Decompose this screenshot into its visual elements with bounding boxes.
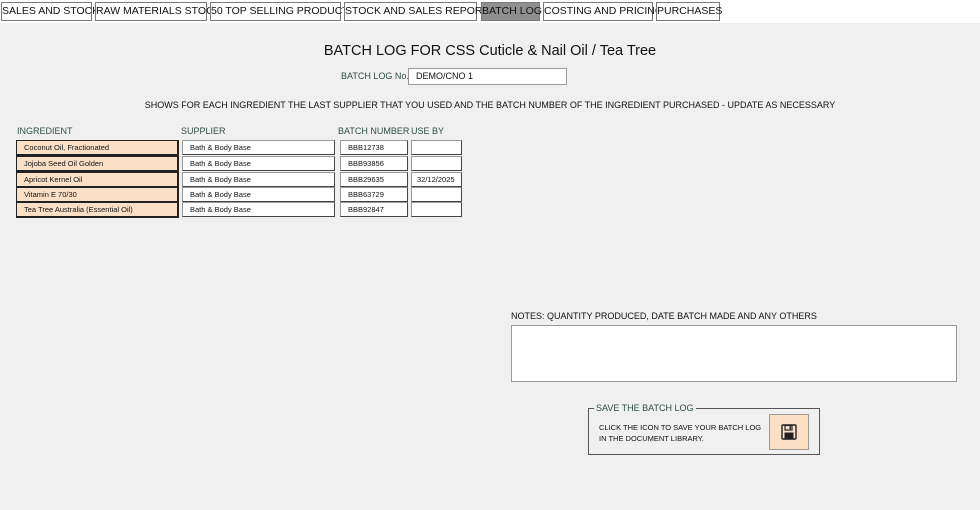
batch-log-no-field[interactable]: DEMO/CNO 1 [408,68,567,85]
tab-batch-log[interactable]: BATCH LOG [481,2,542,21]
supplier-field[interactable]: Bath & Body Base [182,140,335,155]
column-header-use-by: USE BY [411,126,445,136]
page-title: BATCH LOG FOR CSS Cuticle & Nail Oil / T… [323,43,657,59]
table-row: Coconut Oil, Fractionated Bath & Body Ba… [0,140,470,156]
notes-label: NOTES: QUANTITY PRODUCED, DATE BATCH MAD… [511,311,817,321]
tab-stock-and-sales-reports[interactable]: STOCK AND SALES REPORTS [344,2,496,21]
supplier-field[interactable]: Bath & Body Base [182,202,335,217]
batch-number-field[interactable]: BBB29635 [340,172,408,187]
tab-sales-and-stock[interactable]: SALES AND STOCK [1,2,99,21]
batch-number-field[interactable]: BBB63729 [340,187,408,202]
table-row: Tea Tree Australia (Essential Oil) Bath … [0,202,470,218]
ingredient-cell: Coconut Oil, Fractionated [16,140,179,156]
instructions-text: SHOWS FOR EACH INGREDIENT THE LAST SUPPL… [144,100,836,110]
batch-number-field[interactable]: BBB93856 [340,156,408,171]
use-by-field[interactable]: 32/12/2025 [411,172,462,187]
use-by-field[interactable] [411,140,462,155]
tab-bar: SALES AND STOCK RAW MATERIALS STOCK 50 T… [0,0,980,23]
supplier-field[interactable]: Bath & Body Base [182,187,335,202]
supplier-field[interactable]: Bath & Body Base [182,156,335,171]
column-header-batch-number: BATCH NUMBER [338,126,410,136]
use-by-field[interactable] [411,187,462,202]
tab-50-top-selling-products[interactable]: 50 TOP SELLING PRODUCTS [210,2,356,21]
floppy-disk-icon [781,424,797,440]
column-header-supplier: SUPPLIER [181,126,226,136]
column-header-ingredient: INGREDIENT [17,126,73,136]
tab-purchases[interactable]: PURCHASES [656,2,722,21]
ingredient-cell: Jojoba Seed Oil Golden [16,156,179,172]
save-instructions: CLICK THE ICON TO SAVE YOUR BATCH LOG IN… [599,423,762,443]
batch-log-no-label: BATCH LOG No. [341,71,409,81]
save-batch-log-button[interactable] [769,414,809,450]
tab-raw-materials-stock[interactable]: RAW MATERIALS STOCK [95,2,221,21]
notes-field[interactable] [511,325,957,382]
table-row: Apricot Kernel Oil Bath & Body Base BBB2… [0,172,470,188]
ingredient-cell: Vitamin E 70/30 [16,187,179,203]
table-row: Jojoba Seed Oil Golden Bath & Body Base … [0,156,470,172]
save-group-legend: SAVE THE BATCH LOG [594,403,696,413]
tab-costing-and-pricing[interactable]: COSTING AND PRICING [543,2,663,21]
batch-number-field[interactable]: BBB12738 [340,140,408,155]
use-by-field[interactable] [411,156,462,171]
ingredient-cell: Apricot Kernel Oil [16,172,179,188]
ingredient-cell: Tea Tree Australia (Essential Oil) [16,202,179,218]
supplier-field[interactable]: Bath & Body Base [182,172,335,187]
batch-number-field[interactable]: BBB92847 [340,202,408,217]
use-by-field[interactable] [411,202,462,217]
table-row: Vitamin E 70/30 Bath & Body Base BBB6372… [0,187,470,203]
